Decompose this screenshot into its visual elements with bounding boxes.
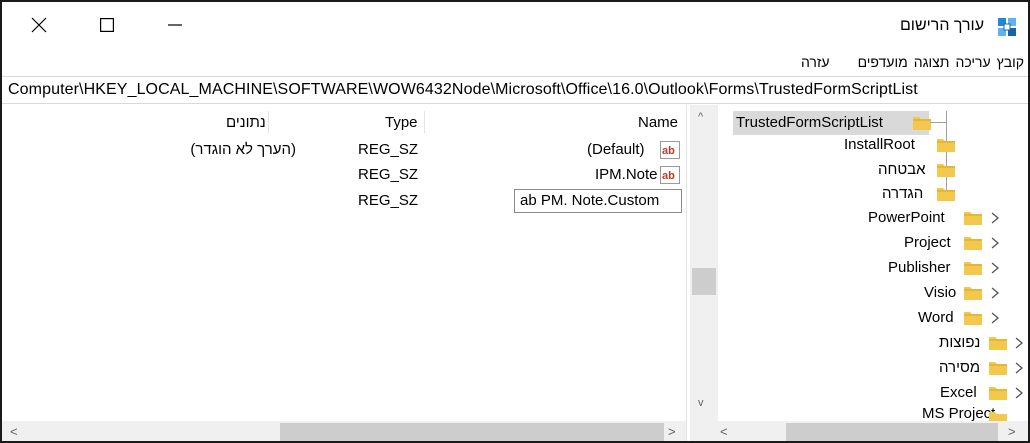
value-name: IPM.Note [595,166,658,183]
folder-icon [964,212,982,225]
close-icon [31,17,47,33]
minimize-button[interactable] [152,2,198,48]
value-data: (הערך לא הוגדר) [190,141,296,158]
tree-horizontal-scrollbar[interactable]: < > [690,421,1028,441]
menu-edit[interactable]: עריכה [953,54,992,70]
column-header-type[interactable]: Type [385,111,418,135]
scroll-left-arrow-icon[interactable]: < [10,424,18,439]
tree-item-label: אבטחה [878,161,926,178]
tree-item-label: Excel [940,384,977,401]
registry-editor-window: עורך הרישום קובץ עריכה תצוגה מועדפים עזר… [0,0,1030,443]
column-header-name[interactable]: Name [638,111,678,135]
tree-item-label: PowerPoint [868,209,945,226]
folder-icon [937,164,955,177]
value-name: (Default) [587,141,645,158]
scroll-right-arrow-icon[interactable]: > [668,424,676,439]
folder-icon [989,387,1007,400]
tree-item-label: InstallRoot [844,136,915,153]
tree-item[interactable]: MS Project [922,406,995,421]
folder-icon [989,337,1007,350]
folder-icon [964,287,982,300]
tree-item[interactable]: Project [904,231,951,255]
maximize-button[interactable] [84,2,130,48]
folder-icon [964,312,982,325]
minimize-icon [168,24,182,26]
tree-item[interactable]: Visio [924,281,956,305]
folder-icon [937,139,955,152]
scroll-up-arrow-icon[interactable]: ^ [698,111,703,123]
chevron-right-icon[interactable] [1014,362,1024,374]
close-button[interactable] [16,2,62,48]
scrollbar-thumb[interactable] [786,423,998,441]
scrollbar-thumb[interactable] [280,423,664,441]
scrollbar-thumb[interactable] [692,268,716,295]
tree-vertical-scrollbar[interactable]: ^ v [690,105,718,421]
value-type: REG_SZ [358,192,419,209]
column-header-data[interactable]: נתונים [226,111,266,135]
chevron-right-icon[interactable] [990,312,1000,324]
menu-file[interactable]: קובץ [995,54,1026,70]
chevron-right-icon[interactable] [990,287,1000,299]
svg-text:ab: ab [662,170,675,182]
values-list: Name Type נתונים ab (Default) REG_SZ (הע… [2,105,686,421]
folder-icon [937,188,955,201]
tree-item[interactable]: נפוצות [939,331,980,355]
tree-item[interactable]: Excel [940,381,977,405]
column-divider[interactable] [268,111,269,133]
address-bar[interactable]: Computer\HKEY_LOCAL_MACHINE\SOFTWARE\WOW… [2,76,1028,104]
chevron-right-icon[interactable] [1014,337,1024,349]
folder-icon [964,237,982,250]
tree-connector [946,111,947,197]
chevron-right-icon[interactable] [990,262,1000,274]
scroll-down-arrow-icon[interactable]: v [698,397,704,409]
value-type: REG_SZ [358,141,419,158]
list-horizontal-scrollbar[interactable]: < > [2,421,686,441]
scroll-right-arrow-icon[interactable]: > [1008,424,1016,439]
tree-item-label: הגדרה [882,185,924,202]
tree-item[interactable]: אבטחה [878,158,926,182]
menu-bar: קובץ עריכה תצוגה מועדפים עזרה [799,50,1028,74]
tree-item-label: Visio [924,284,957,301]
registry-editor-icon [998,18,1016,36]
tree-item[interactable]: Publisher [888,256,951,280]
title-bar: עורך הרישום [2,2,1028,50]
tree-item[interactable]: PowerPoint [868,206,945,230]
tree-item-label: Publisher [888,259,951,276]
table-row[interactable]: ab (Default) REG_SZ (הערך לא הוגדר) [2,138,686,162]
folder-icon [989,412,1007,421]
window-title: עורך הרישום [899,17,984,34]
menu-help[interactable]: עזרה [799,54,832,70]
table-row[interactable]: ab IPM.Note REG_SZ [2,163,686,187]
tree-item[interactable]: TrustedFormScriptList [733,111,929,135]
tree-item[interactable]: Word [918,306,954,330]
folder-icon [964,262,982,275]
folder-icon [913,117,931,130]
tree-item[interactable]: הגדרה [882,182,923,206]
tree-item-label: TrustedFormScriptList [736,114,883,131]
tree-item-label: MS Project [922,406,996,421]
string-value-icon: ab [660,141,680,159]
tree-item-label: Word [918,309,954,326]
rename-value-input[interactable]: ab PM. Note.Custom [514,189,682,213]
tree-connector [930,122,946,123]
tree-item[interactable]: InstallRoot [844,133,915,157]
column-divider[interactable] [424,111,425,133]
menu-view[interactable]: תצוגה [912,54,952,70]
chevron-right-icon[interactable] [990,212,1000,224]
maximize-icon [100,18,114,32]
svg-text:ab: ab [662,145,675,157]
folder-icon [989,362,1007,375]
value-type: REG_SZ [358,166,419,183]
scroll-left-arrow-icon[interactable]: < [720,424,728,439]
menu-favorites[interactable]: מועדפים [856,54,910,70]
tree-item[interactable]: מסירה [939,356,980,380]
chevron-right-icon[interactable] [990,237,1000,249]
tree-item-label: מסירה [939,359,981,376]
tree-item-label: נפוצות [939,334,981,351]
tree-item-label: Project [904,234,951,251]
chevron-right-icon[interactable] [1014,387,1024,399]
string-value-icon: ab [660,166,680,184]
